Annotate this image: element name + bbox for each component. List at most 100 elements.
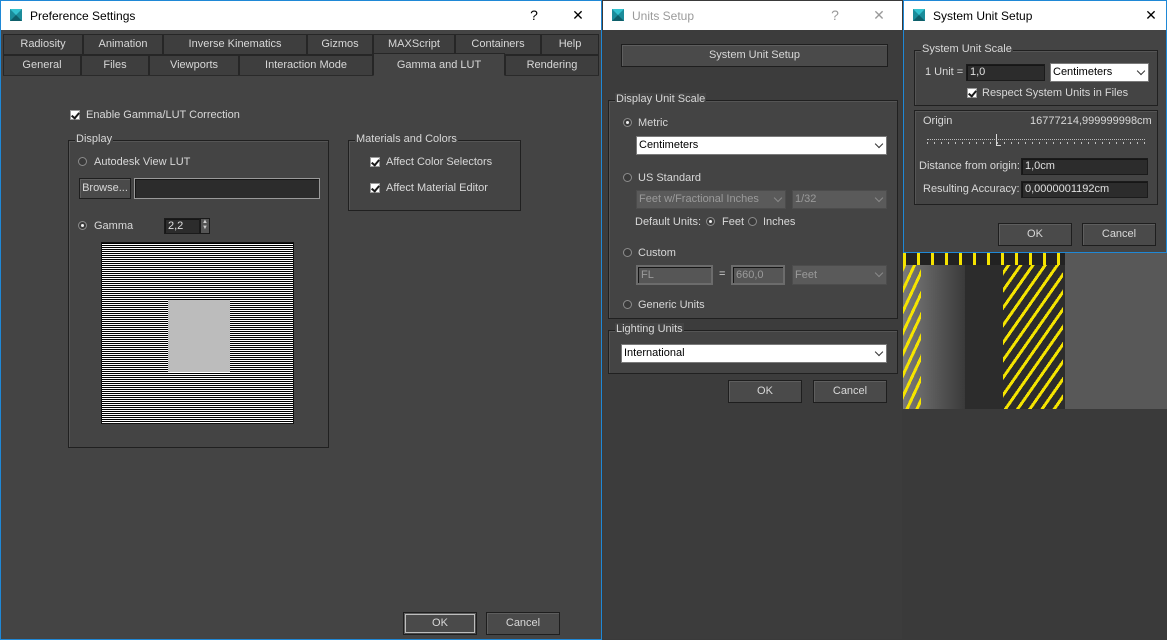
system-unit-setup-button[interactable]: System Unit Setup bbox=[621, 44, 888, 67]
help-button[interactable]: ? bbox=[825, 6, 845, 24]
cancel-button[interactable]: Cancel bbox=[486, 612, 560, 635]
unit-type-select[interactable]: Centimeters bbox=[1050, 63, 1149, 82]
origin-slider[interactable] bbox=[927, 134, 1145, 146]
metric-value: Centimeters bbox=[639, 139, 699, 151]
system-unit-setup-window: System Unit Setup ✕ System Unit Scale 1 … bbox=[903, 0, 1167, 253]
close-button[interactable]: ✕ bbox=[869, 6, 889, 24]
close-button[interactable]: ✕ bbox=[568, 6, 588, 24]
respect-system-units-checkbox[interactable] bbox=[967, 88, 977, 98]
browse-button[interactable]: Browse... bbox=[79, 178, 131, 199]
slider-thumb[interactable] bbox=[996, 134, 1001, 146]
display-group-title: Display bbox=[75, 133, 114, 145]
3dsmax-logo-icon bbox=[10, 9, 22, 21]
window-title: Preference Settings bbox=[30, 9, 136, 23]
gamma-label: Gamma bbox=[94, 220, 134, 232]
origin-label: Origin bbox=[923, 115, 953, 127]
viewport-top-band bbox=[903, 253, 1065, 265]
slider-ticks bbox=[927, 142, 1145, 144]
respect-system-units-label: Respect System Units in Files bbox=[982, 87, 1129, 99]
title-bar[interactable]: Preference Settings ? ✕ bbox=[1, 1, 601, 30]
custom-label: Custom bbox=[638, 247, 676, 259]
us-standard-radio[interactable] bbox=[623, 173, 632, 182]
custom-unit-select[interactable]: Feet bbox=[792, 265, 887, 285]
enable-gamma-label: Enable Gamma/LUT Correction bbox=[86, 109, 240, 121]
lighting-units-title: Lighting Units bbox=[615, 323, 684, 335]
metric-label: Metric bbox=[638, 117, 668, 129]
tab-rendering[interactable]: Rendering bbox=[505, 55, 599, 76]
gamma-spinner[interactable]: ▲ ▼ bbox=[200, 218, 210, 234]
cancel-button[interactable]: Cancel bbox=[813, 380, 887, 403]
origin-value: 16777214,999999998cm bbox=[1030, 115, 1152, 127]
custom-radio[interactable] bbox=[623, 248, 632, 257]
lut-path-field[interactable] bbox=[134, 178, 320, 199]
tab-gizmos[interactable]: Gizmos bbox=[307, 34, 373, 55]
close-button[interactable]: ✕ bbox=[1141, 6, 1161, 24]
tab-containers[interactable]: Containers bbox=[455, 34, 541, 55]
affect-color-label: Affect Color Selectors bbox=[386, 156, 493, 168]
gamma-radio[interactable] bbox=[78, 221, 87, 230]
affect-color-checkbox[interactable] bbox=[370, 157, 380, 167]
tab-viewports[interactable]: Viewports bbox=[149, 55, 239, 76]
distance-label: Distance from origin: bbox=[919, 160, 1020, 172]
viewport-background[interactable] bbox=[903, 253, 1167, 409]
inches-radio[interactable] bbox=[748, 217, 757, 226]
materials-colors-group: Materials and Colors bbox=[348, 133, 521, 211]
3dsmax-logo-icon bbox=[612, 9, 624, 21]
unit-type-value: Centimeters bbox=[1053, 66, 1113, 78]
generic-units-radio[interactable] bbox=[623, 300, 632, 309]
cancel-button[interactable]: Cancel bbox=[1082, 223, 1156, 246]
ok-button[interactable]: OK bbox=[403, 612, 477, 635]
tab-maxscript[interactable]: MAXScript bbox=[373, 34, 455, 55]
viewport-side bbox=[1065, 253, 1167, 409]
accuracy-field[interactable]: 0,0000001192cm bbox=[1021, 181, 1148, 198]
chevron-down-icon bbox=[874, 268, 884, 278]
chevron-down-icon bbox=[1136, 66, 1146, 75]
affect-material-label: Affect Material Editor bbox=[386, 182, 488, 194]
tab-radiosity[interactable]: Radiosity bbox=[3, 34, 83, 55]
metric-radio[interactable] bbox=[623, 118, 632, 127]
us-standard-value: Feet w/Fractional Inches bbox=[639, 193, 759, 205]
lighting-units-select[interactable]: International bbox=[621, 344, 887, 363]
custom-unit-value: Feet bbox=[795, 269, 818, 281]
autodesk-lut-radio[interactable] bbox=[78, 157, 87, 166]
us-standard-select[interactable]: Feet w/Fractional Inches bbox=[636, 190, 786, 209]
viewport-stripes-left bbox=[903, 265, 921, 409]
custom-value-field[interactable]: 660,0 bbox=[731, 265, 785, 285]
window-title: Units Setup bbox=[632, 9, 695, 23]
chevron-down-icon bbox=[874, 193, 884, 202]
inches-label: Inches bbox=[763, 216, 796, 228]
tab-files[interactable]: Files bbox=[81, 55, 149, 76]
units-setup-window: Units Setup ? ✕ System Unit Setup Displa… bbox=[602, 0, 903, 640]
ok-button[interactable]: OK bbox=[728, 380, 802, 403]
metric-select[interactable]: Centimeters bbox=[636, 136, 887, 155]
fraction-value: 1/32 bbox=[795, 193, 817, 205]
enable-gamma-checkbox[interactable] bbox=[70, 110, 80, 120]
gamma-input[interactable]: 2,2 bbox=[164, 218, 200, 234]
tab-panel-border bbox=[505, 75, 599, 76]
distance-field[interactable]: 1,0cm bbox=[1021, 158, 1148, 175]
tab-gamma-and-lut[interactable]: Gamma and LUT bbox=[373, 53, 505, 76]
tab-animation[interactable]: Animation bbox=[83, 34, 163, 55]
unit-value-field[interactable]: 1,0 bbox=[966, 64, 1045, 81]
spinner-down-icon[interactable]: ▼ bbox=[201, 225, 209, 231]
accuracy-label: Resulting Accuracy: bbox=[923, 183, 1020, 195]
lighting-units-value: International bbox=[624, 347, 685, 359]
chevron-down-icon bbox=[773, 193, 783, 202]
equals-label: = bbox=[719, 268, 726, 280]
tab-general[interactable]: General bbox=[3, 55, 81, 76]
chevron-down-icon bbox=[874, 139, 884, 148]
help-button[interactable]: ? bbox=[524, 6, 544, 24]
custom-name-field[interactable]: FL bbox=[636, 265, 713, 285]
title-bar[interactable]: Units Setup ? ✕ bbox=[603, 1, 902, 30]
tab-panel-border bbox=[3, 75, 373, 76]
3dsmax-logo-icon bbox=[913, 9, 925, 21]
ok-button[interactable]: OK bbox=[998, 223, 1072, 246]
tab-help[interactable]: Help bbox=[541, 34, 599, 55]
fraction-select[interactable]: 1/32 bbox=[792, 190, 887, 209]
tab-interaction-mode[interactable]: Interaction Mode bbox=[239, 55, 373, 76]
affect-material-checkbox[interactable] bbox=[370, 183, 380, 193]
feet-radio[interactable] bbox=[706, 217, 715, 226]
tab-inverse-kinematics[interactable]: Inverse Kinematics bbox=[163, 34, 307, 55]
title-bar[interactable]: System Unit Setup ✕ bbox=[904, 1, 1166, 30]
viewport-stripes-right bbox=[1003, 253, 1063, 409]
